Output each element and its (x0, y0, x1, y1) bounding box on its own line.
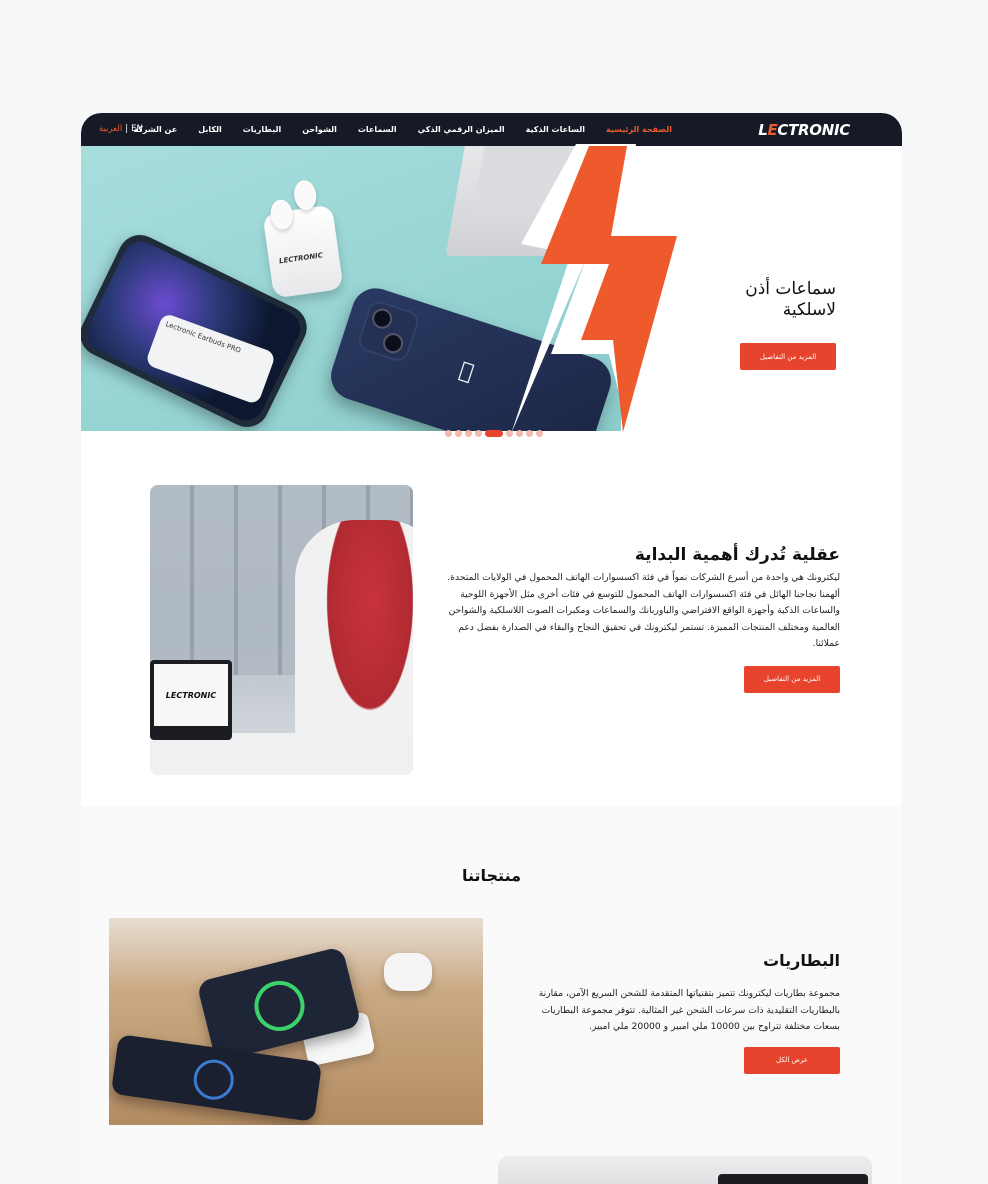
next-product-photo (498, 1156, 872, 1184)
lang-english-link[interactable]: EN (131, 124, 143, 134)
slider-dot-active[interactable] (485, 430, 503, 437)
nav-item-cables[interactable]: الكابل (198, 125, 222, 134)
slider-dot[interactable] (475, 430, 482, 437)
apple-logo-icon:  (456, 358, 476, 386)
about-details-button[interactable]: المزيد من التفاصيل (744, 665, 840, 693)
hero-title-line1: سماعات أذن (745, 279, 836, 299)
slider-dot[interactable] (526, 430, 533, 437)
logo-mark: E (767, 120, 778, 139)
nav-item-batteries[interactable]: البطاريات (243, 125, 281, 134)
logo-prefix: L (758, 120, 768, 139)
slider-dots (445, 430, 543, 437)
hero-details-button[interactable]: المزيد من التفاصيل (740, 343, 836, 370)
hero-title: سماعات أذن لاسلكية (676, 279, 836, 321)
brand-logo[interactable]: L E CTRONIC (758, 120, 850, 139)
earbuds-case-image: LECTRONIC (262, 178, 344, 299)
hero-slider: Lectronic Earbuds PRO LECTRONIC  سماعات… (81, 144, 902, 440)
lang-arabic-link[interactable]: العربية (99, 124, 122, 134)
products-section: منتجاتنا البطاريات مجموعة بطاريات ليكترو… (81, 806, 902, 1184)
batteries-photo (109, 918, 483, 1125)
product-card-batteries: البطاريات مجموعة بطاريات ليكترونك تتميز … (520, 951, 840, 1074)
hero-title-line2: لاسلكية (782, 300, 836, 320)
view-all-button[interactable]: عرض الكل (744, 1046, 840, 1074)
product-description: مجموعة بطاريات ليكترونك تتميز بتقنياتها … (538, 988, 840, 1032)
nav-item-headphones[interactable]: السماعات (358, 125, 397, 134)
about-section: عقلية تُدرك أهمية البداية ليكترونك هي وا… (440, 545, 840, 693)
nav-item-smartwatches[interactable]: الساعات الذكية (526, 125, 585, 134)
slider-dot[interactable] (445, 430, 452, 437)
about-body: ليكترونك هي واحدة من أسرع الشركات نمواً … (447, 572, 840, 649)
slider-dot[interactable] (465, 430, 472, 437)
slider-dot[interactable] (506, 430, 513, 437)
hero-caption: سماعات أذن لاسلكية المزيد من التفاصيل (676, 279, 836, 370)
about-laptop: LECTRONIC (150, 660, 232, 740)
slider-dot[interactable] (516, 430, 523, 437)
top-navbar: L E CTRONIC الصفحة الرئيسية الساعات الذكية… (81, 113, 902, 146)
logo-suffix: CTRONIC (777, 120, 850, 139)
slider-dot[interactable] (455, 430, 462, 437)
nav-item-smart-scale[interactable]: الميزان الرقمي الذكي (418, 125, 505, 134)
nav-item-home[interactable]: الصفحة الرئيسية (606, 125, 672, 134)
lang-separator: | (125, 124, 129, 134)
product-title: البطاريات (763, 951, 840, 970)
products-title: منتجاتنا (461, 866, 522, 885)
about-laptop-logo: LECTRONIC (154, 664, 228, 726)
nav-item-chargers[interactable]: الشواحن (302, 125, 337, 134)
language-switcher: العربية | EN (99, 124, 143, 134)
about-photo: LECTRONIC (150, 485, 413, 775)
page-frame: L E CTRONIC الصفحة الرئيسية الساعات الذكية… (81, 113, 902, 1184)
main-menu: الصفحة الرئيسية الساعات الذكية الميزان ا… (133, 113, 672, 146)
slider-dot[interactable] (536, 430, 543, 437)
case-brand-text: LECTRONIC (278, 251, 324, 266)
about-title: عقلية تُدرك أهمية البداية (634, 545, 840, 565)
